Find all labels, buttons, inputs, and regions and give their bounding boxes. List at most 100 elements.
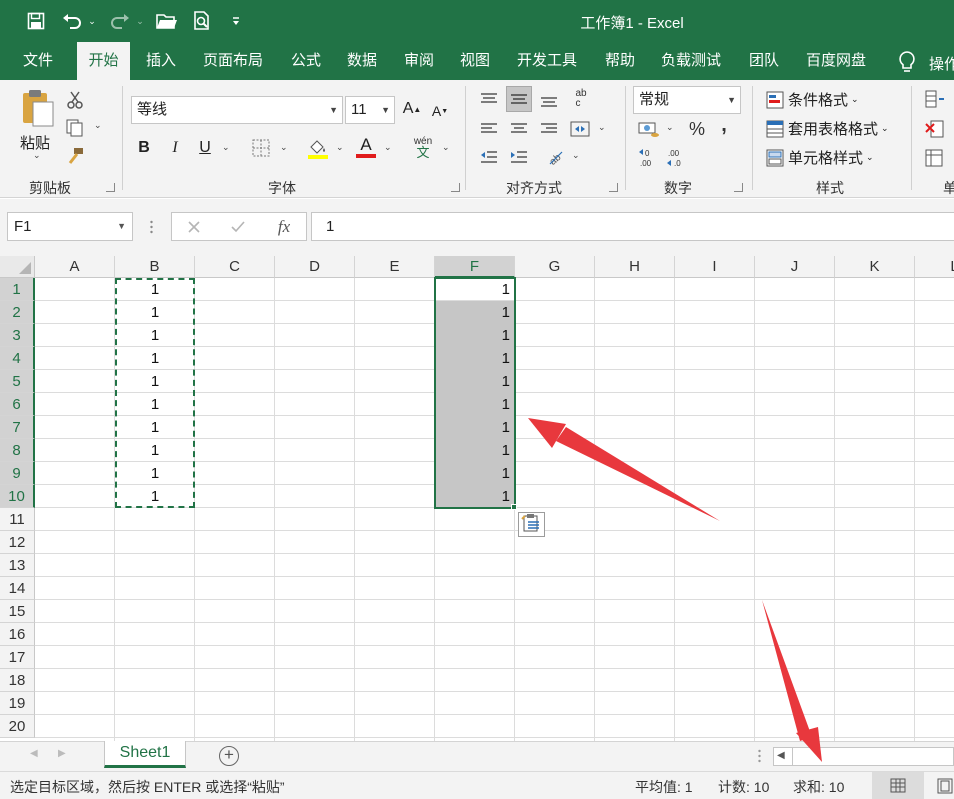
align-right-icon[interactable] bbox=[538, 118, 560, 140]
underline-button[interactable]: U bbox=[195, 136, 215, 160]
phonetic-icon[interactable]: wén 文 bbox=[410, 134, 436, 160]
cell-b2[interactable]: 1 bbox=[115, 301, 195, 324]
paste-dropdown-icon[interactable]: ⌄ bbox=[33, 150, 41, 161]
align-middle-icon[interactable] bbox=[506, 86, 532, 112]
increase-decimal-icon[interactable]: 0.00 bbox=[636, 146, 662, 170]
row-header-14[interactable]: 14 bbox=[0, 577, 35, 600]
tell-me-label[interactable]: 操作 bbox=[929, 53, 954, 74]
row-header-20[interactable]: 20 bbox=[0, 715, 35, 738]
column-header-c[interactable]: C bbox=[195, 256, 275, 278]
insert-function-icon[interactable]: fx bbox=[272, 215, 296, 239]
format-cells-icon[interactable] bbox=[924, 147, 946, 169]
fill-color-dropdown-icon[interactable]: ⌄ bbox=[336, 142, 344, 153]
row-header-5[interactable]: 5 bbox=[0, 370, 35, 393]
italic-button[interactable]: I bbox=[165, 136, 185, 160]
row-header-9[interactable]: 9 bbox=[0, 462, 35, 485]
tab-developer[interactable]: 开发工具 bbox=[508, 42, 586, 80]
column-header-j[interactable]: J bbox=[755, 256, 835, 278]
wrap-text-icon[interactable]: ab c bbox=[570, 86, 592, 112]
tab-page-layout[interactable]: 页面布局 bbox=[194, 42, 272, 80]
merge-center-icon[interactable] bbox=[568, 118, 592, 140]
row-header-1[interactable]: 1 bbox=[0, 278, 35, 301]
number-format-combo[interactable]: 常规 ▼ bbox=[633, 86, 741, 114]
format-painter-icon[interactable] bbox=[64, 146, 86, 166]
accounting-dropdown-icon[interactable]: ⌄ bbox=[666, 122, 674, 133]
align-bottom-icon[interactable] bbox=[538, 90, 560, 112]
borders-icon[interactable] bbox=[250, 138, 272, 158]
row-header-4[interactable]: 4 bbox=[0, 347, 35, 370]
row-header-11[interactable]: 11 bbox=[0, 508, 35, 531]
font-launcher-icon[interactable] bbox=[451, 183, 460, 192]
grow-font-icon[interactable]: A ▲ bbox=[402, 98, 422, 120]
column-header-f[interactable]: F bbox=[435, 256, 515, 278]
scroll-left-icon[interactable]: ◀ bbox=[777, 750, 785, 761]
tab-file[interactable]: 文件 bbox=[14, 42, 62, 80]
merge-dropdown-icon[interactable]: ⌄ bbox=[598, 122, 606, 133]
cell-b9[interactable]: 1 bbox=[115, 462, 195, 485]
enter-icon[interactable] bbox=[228, 217, 248, 237]
cell-b6[interactable]: 1 bbox=[115, 393, 195, 416]
name-box[interactable]: F1 ▼ bbox=[7, 212, 133, 241]
tab-help[interactable]: 帮助 bbox=[596, 42, 644, 80]
resize-handle-icon[interactable] bbox=[150, 217, 153, 237]
formula-input[interactable]: 1 bbox=[311, 212, 954, 241]
decrease-decimal-icon[interactable]: .00.0 bbox=[664, 146, 690, 170]
font-size-combo[interactable]: 11 ▼ bbox=[345, 96, 395, 124]
horizontal-scrollbar[interactable]: ◀ bbox=[773, 747, 954, 766]
splitter-icon[interactable] bbox=[758, 748, 761, 767]
row-header-19[interactable]: 19 bbox=[0, 692, 35, 715]
delete-cells-icon[interactable] bbox=[924, 118, 946, 140]
cell-styles-button[interactable]: 单元格样式 ⌄ bbox=[766, 147, 874, 168]
shrink-font-icon[interactable]: A ▼ bbox=[430, 100, 450, 122]
increase-indent-icon[interactable] bbox=[508, 146, 530, 168]
cell-b10[interactable]: 1 bbox=[115, 485, 195, 508]
row-header-18[interactable]: 18 bbox=[0, 669, 35, 692]
orientation-icon[interactable]: ab bbox=[544, 146, 566, 168]
row-header-7[interactable]: 7 bbox=[0, 416, 35, 439]
row-header-10[interactable]: 10 bbox=[0, 485, 35, 508]
column-header-e[interactable]: E bbox=[355, 256, 435, 278]
column-header-d[interactable]: D bbox=[275, 256, 355, 278]
column-header-g[interactable]: G bbox=[515, 256, 595, 278]
cell-b8[interactable]: 1 bbox=[115, 439, 195, 462]
tab-formulas[interactable]: 公式 bbox=[282, 42, 330, 80]
cut-icon[interactable] bbox=[64, 90, 86, 110]
column-header-l[interactable]: L bbox=[915, 256, 954, 278]
font-name-combo[interactable]: 等线 ▼ bbox=[131, 96, 343, 124]
decrease-indent-icon[interactable] bbox=[478, 146, 500, 168]
page-layout-view-button[interactable] bbox=[936, 778, 954, 797]
tab-team[interactable]: 团队 bbox=[740, 42, 788, 80]
lightbulb-icon[interactable] bbox=[896, 50, 920, 74]
row-header-12[interactable]: 12 bbox=[0, 531, 35, 554]
fill-handle[interactable] bbox=[511, 504, 517, 510]
tab-load-test[interactable]: 负载测试 bbox=[652, 42, 730, 80]
paste-options-icon[interactable] bbox=[518, 512, 545, 537]
cell-b4[interactable]: 1 bbox=[115, 347, 195, 370]
format-as-table-button[interactable]: 套用表格格式 ⌄ bbox=[766, 118, 889, 139]
tab-review[interactable]: 审阅 bbox=[395, 42, 443, 80]
borders-dropdown-icon[interactable]: ⌄ bbox=[280, 142, 288, 153]
cancel-icon[interactable] bbox=[184, 217, 204, 237]
row-header-2[interactable]: 2 bbox=[0, 301, 35, 324]
scroll-left-sheets-icon[interactable]: ◀ bbox=[30, 748, 38, 759]
column-header-b[interactable]: B bbox=[115, 256, 195, 278]
cell-b5[interactable]: 1 bbox=[115, 370, 195, 393]
add-sheet-icon[interactable]: + bbox=[219, 746, 239, 766]
copy-dropdown-icon[interactable]: ⌄ bbox=[94, 120, 102, 131]
row-header-13[interactable]: 13 bbox=[0, 554, 35, 577]
select-all-button[interactable] bbox=[0, 256, 35, 278]
cell-b1[interactable]: 1 bbox=[115, 278, 195, 301]
insert-cells-icon[interactable] bbox=[924, 88, 946, 110]
underline-dropdown-icon[interactable]: ⌄ bbox=[222, 142, 230, 153]
align-center-icon[interactable] bbox=[508, 118, 530, 140]
tab-data[interactable]: 数据 bbox=[338, 42, 386, 80]
row-header-17[interactable]: 17 bbox=[0, 646, 35, 669]
conditional-formatting-button[interactable]: 条件格式 ⌄ bbox=[766, 89, 859, 110]
column-header-a[interactable]: A bbox=[35, 256, 115, 278]
row-header-15[interactable]: 15 bbox=[0, 600, 35, 623]
font-color-dropdown-icon[interactable]: ⌄ bbox=[384, 142, 392, 153]
tab-home[interactable]: 开始 bbox=[77, 42, 130, 80]
column-header-h[interactable]: H bbox=[595, 256, 675, 278]
cell-b3[interactable]: 1 bbox=[115, 324, 195, 347]
orientation-dropdown-icon[interactable]: ⌄ bbox=[572, 150, 580, 161]
